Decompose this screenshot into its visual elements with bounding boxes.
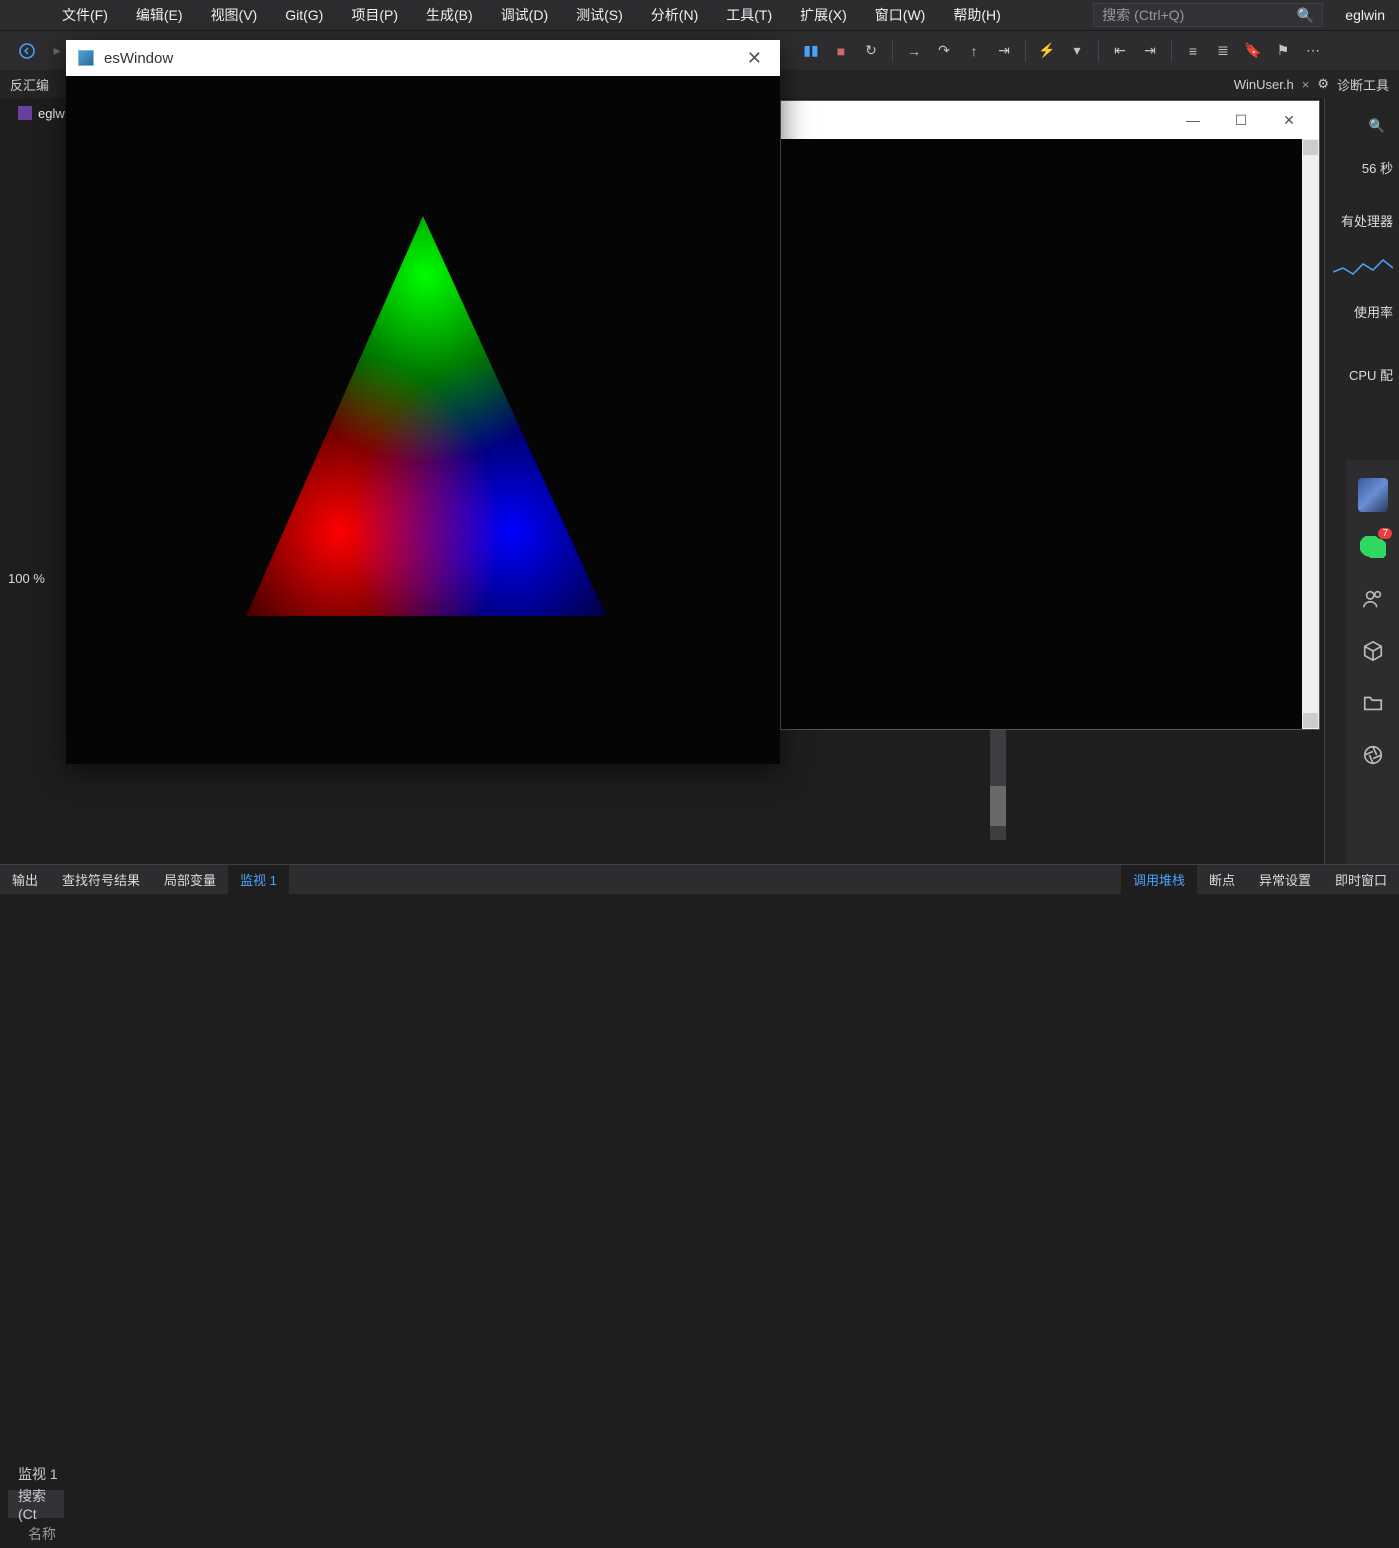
menu-build[interactable]: 生成(B) <box>412 0 487 30</box>
secondary-close-button[interactable]: ✕ <box>1275 106 1303 134</box>
zoom-icon[interactable]: 🔍 <box>1369 118 1385 134</box>
menu-view[interactable]: 视图(V) <box>197 0 272 30</box>
more-icon[interactable]: ⋯ <box>1300 38 1326 64</box>
es-window-canvas <box>66 76 780 764</box>
diag-time: 56 秒 <box>1362 158 1393 177</box>
dock-aperture-icon[interactable] <box>1358 740 1388 770</box>
btab-breakpoints[interactable]: 断点 <box>1197 865 1247 894</box>
es-window-close-button[interactable]: ✕ <box>741 48 768 69</box>
stop-button[interactable]: ■ <box>828 38 854 64</box>
wechat-badge: 7 <box>1378 528 1392 539</box>
watch-search-input[interactable]: 搜索(Ct <box>8 1490 64 1518</box>
menu-file[interactable]: 文件(F) <box>48 0 122 30</box>
btab-immediate[interactable]: 即时窗口 <box>1323 865 1399 894</box>
secondary-window-scrollbar[interactable] <box>1302 139 1319 729</box>
dock-contacts-icon[interactable] <box>1358 584 1388 614</box>
editor-vertical-scrollbar[interactable] <box>990 730 1006 840</box>
file-tab-row: eglw <box>0 98 75 128</box>
user-account[interactable]: eglwin <box>1331 0 1399 30</box>
btab-exceptions[interactable]: 异常设置 <box>1247 865 1323 894</box>
step-into-button[interactable]: → <box>901 38 927 64</box>
uncomment-icon[interactable]: ≣ <box>1210 38 1236 64</box>
search-placeholder: 搜索 (Ctrl+Q) <box>1102 5 1184 25</box>
search-icon: 🔍 <box>1297 7 1314 24</box>
flag-icon[interactable]: ⚑ <box>1270 38 1296 64</box>
secondary-minimize-button[interactable]: ― <box>1179 106 1207 134</box>
diag-proc: 有处理器 <box>1341 211 1393 230</box>
secondary-maximize-button[interactable]: ☐ <box>1227 106 1255 134</box>
btab-find-symbols[interactable]: 查找符号结果 <box>50 865 152 894</box>
indent-icon[interactable]: ⇤ <box>1107 38 1133 64</box>
btab-callstack[interactable]: 调用堆栈 <box>1121 865 1197 894</box>
menu-edit[interactable]: 编辑(E) <box>122 0 197 30</box>
diagnostics-label[interactable]: 诊断工具 <box>1337 75 1389 94</box>
es-window-titlebar[interactable]: esWindow ✕ <box>66 40 780 76</box>
menu-window[interactable]: 窗口(W) <box>861 0 940 30</box>
dock-wechat[interactable]: 7 <box>1358 532 1388 562</box>
disassembly-tab[interactable]: 反汇编 <box>0 75 59 94</box>
step-over-button[interactable]: ↷ <box>931 38 957 64</box>
scroll-down-icon[interactable] <box>1303 713 1318 728</box>
menu-analyze[interactable]: 分析(N) <box>637 0 712 30</box>
gear-icon[interactable]: ⚙ <box>1317 76 1329 92</box>
nav-back-button[interactable] <box>14 38 40 64</box>
dock-avatar[interactable] <box>1358 480 1388 510</box>
wechat-icon <box>1360 536 1386 558</box>
watch-col-name: 名称 <box>18 1520 66 1548</box>
menu-test[interactable]: 测试(S) <box>562 0 637 30</box>
btab-locals[interactable]: 局部变量 <box>152 865 228 894</box>
sparkline-icon <box>1333 254 1393 278</box>
menu-tools[interactable]: 工具(T) <box>712 0 786 30</box>
side-app-dock: 7 <box>1347 460 1399 864</box>
file-type-icon <box>18 106 32 120</box>
rgb-triangle <box>66 76 780 764</box>
close-tab-icon[interactable]: × <box>1302 77 1310 92</box>
pause-button[interactable]: ▮▮ <box>798 38 824 64</box>
secondary-app-window: ― ☐ ✕ <box>780 100 1320 730</box>
menu-project[interactable]: 项目(P) <box>337 0 412 30</box>
outdent-icon[interactable]: ⇥ <box>1137 38 1163 64</box>
bottom-tab-strip: 输出 查找符号结果 局部变量 监视 1 调用堆栈 断点 异常设置 即时窗口 <box>0 864 1399 894</box>
zoom-percent[interactable]: 100 % <box>8 566 63 590</box>
dock-folder-icon[interactable] <box>1358 688 1388 718</box>
es-window-title: esWindow <box>104 50 173 67</box>
btab-output[interactable]: 输出 <box>0 865 50 894</box>
run-to-cursor-button[interactable]: ⇥ <box>991 38 1017 64</box>
bookmark-icon[interactable]: 🔖 <box>1240 38 1266 64</box>
file-tab[interactable]: eglw <box>8 102 75 125</box>
tool-icon-1[interactable]: ⚡ <box>1034 38 1060 64</box>
step-out-button[interactable]: ↑ <box>961 38 987 64</box>
scrollbar-thumb[interactable] <box>990 786 1006 826</box>
diag-cpu-use: 使用率 <box>1354 302 1393 321</box>
menu-debug[interactable]: 调试(D) <box>487 0 562 30</box>
menu-git[interactable]: Git(G) <box>271 0 337 30</box>
secondary-window-titlebar[interactable]: ― ☐ ✕ <box>781 101 1319 139</box>
menu-help[interactable]: 帮助(H) <box>939 0 1014 30</box>
tool-icon-2[interactable]: ▾ <box>1064 38 1090 64</box>
btab-watch1[interactable]: 监视 1 <box>228 865 289 894</box>
global-search-input[interactable]: 搜索 (Ctrl+Q) 🔍 <box>1093 3 1323 27</box>
comment-icon[interactable]: ≡ <box>1180 38 1206 64</box>
file-tab-label: eglw <box>38 106 65 121</box>
scroll-up-icon[interactable] <box>1303 140 1318 155</box>
menu-extensions[interactable]: 扩展(X) <box>786 0 861 30</box>
diag-cpu-cfg: CPU 配 <box>1349 365 1393 384</box>
restart-button[interactable]: ↻ <box>858 38 884 64</box>
watch-panel-title[interactable]: 监视 1 <box>8 1460 68 1488</box>
menu-bar: 文件(F) 编辑(E) 视图(V) Git(G) 项目(P) 生成(B) 调试(… <box>0 0 1399 30</box>
es-window-icon <box>78 50 94 66</box>
open-file-label[interactable]: WinUser.h <box>1234 77 1294 92</box>
dock-box-icon[interactable] <box>1358 636 1388 666</box>
es-window: esWindow ✕ <box>66 40 780 764</box>
